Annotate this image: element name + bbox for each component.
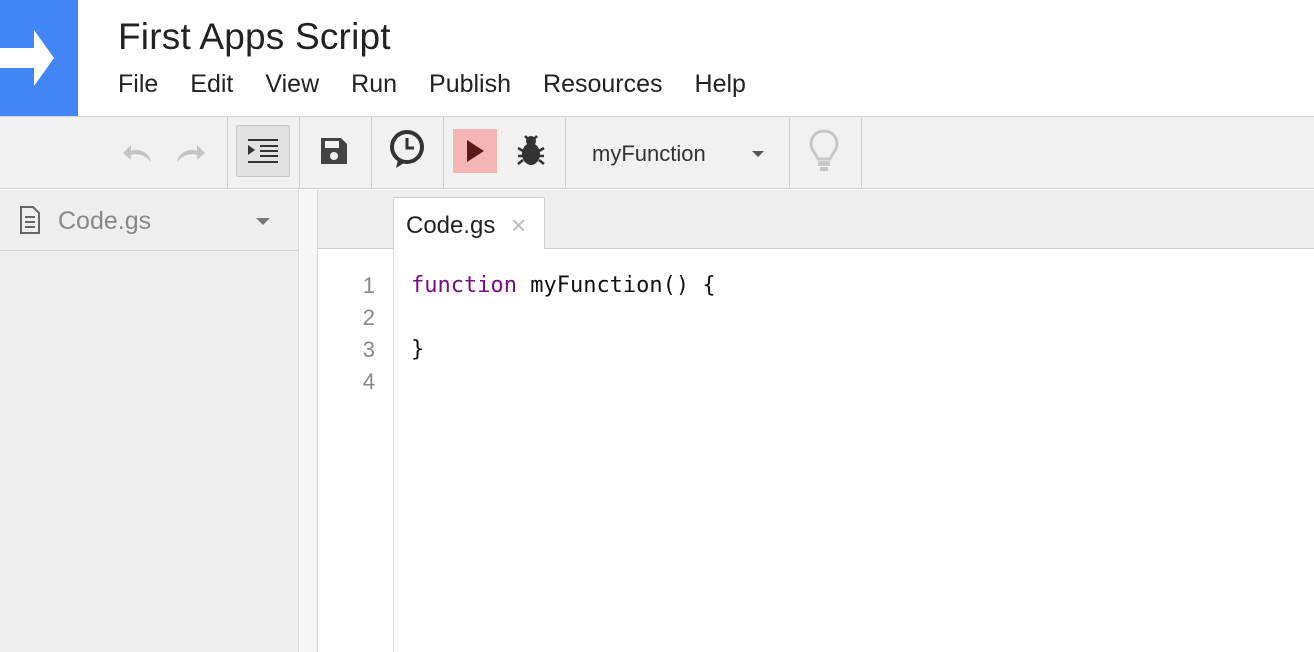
- undo-button[interactable]: [120, 137, 156, 169]
- line-number-gutter: 1 2 3 4: [318, 249, 394, 652]
- undo-icon: [123, 145, 151, 162]
- file-sidebar: Code.gs: [0, 190, 299, 652]
- tab-code-gs[interactable]: Code.gs ×: [393, 197, 545, 250]
- file-item-code-gs[interactable]: Code.gs: [0, 190, 298, 251]
- chevron-down-icon[interactable]: [256, 218, 270, 225]
- chevron-down-icon: [752, 151, 764, 157]
- triggers-button[interactable]: [386, 129, 428, 171]
- apps-script-editor: First Apps Script File Edit View Run Pub…: [0, 0, 1314, 652]
- menu-publish[interactable]: Publish: [429, 70, 511, 99]
- menu-resources[interactable]: Resources: [543, 70, 663, 99]
- debug-button[interactable]: [512, 131, 550, 171]
- indent-icon: [248, 139, 278, 163]
- menu-file[interactable]: File: [118, 70, 158, 99]
- indent-button[interactable]: [236, 125, 290, 177]
- document-icon: [20, 206, 40, 234]
- function-select[interactable]: myFunction: [592, 139, 772, 169]
- line-number: 4: [362, 369, 375, 394]
- execution-hints-button[interactable]: [806, 127, 842, 175]
- project-title[interactable]: First Apps Script: [118, 16, 391, 58]
- header: First Apps Script File Edit View Run Pub…: [0, 0, 1314, 117]
- tab-label: Code.gs: [406, 212, 496, 239]
- code-line-1[interactable]: function myFunction() {: [411, 273, 716, 298]
- code-editor[interactable]: 1 2 3 4 function myFunction() { }: [318, 249, 1314, 652]
- line-number: 1: [362, 273, 375, 298]
- editor-tab-bar: Code.gs ×: [318, 190, 1314, 250]
- lightbulb-icon: [809, 129, 839, 171]
- code-keyword: function: [411, 273, 517, 298]
- menu-view[interactable]: View: [265, 70, 319, 99]
- save-button[interactable]: [316, 133, 352, 169]
- line-number: 2: [362, 305, 375, 330]
- clock-icon: [390, 130, 424, 168]
- sidebar-resize-handle[interactable]: [300, 190, 318, 652]
- menu-help[interactable]: Help: [695, 70, 746, 99]
- function-select-label: myFunction: [592, 141, 706, 166]
- menu-bar: File Edit View Run Publish Resources Hel…: [118, 70, 778, 99]
- menu-edit[interactable]: Edit: [190, 70, 233, 99]
- code-line-3[interactable]: }: [411, 337, 424, 362]
- line-number: 3: [362, 337, 375, 362]
- apps-script-logo[interactable]: [0, 0, 78, 116]
- close-icon[interactable]: ×: [511, 210, 526, 241]
- bug-icon: [517, 135, 545, 165]
- play-icon: [467, 140, 484, 162]
- redo-button[interactable]: [172, 137, 208, 169]
- toolbar: myFunction: [0, 117, 1314, 189]
- code-text: myFunction() {: [516, 273, 716, 298]
- menu-run[interactable]: Run: [351, 70, 397, 99]
- arrow-right-icon: [0, 30, 54, 86]
- run-button[interactable]: [453, 129, 497, 173]
- redo-icon: [177, 145, 205, 162]
- file-name: Code.gs: [58, 207, 152, 235]
- save-icon: [321, 138, 347, 164]
